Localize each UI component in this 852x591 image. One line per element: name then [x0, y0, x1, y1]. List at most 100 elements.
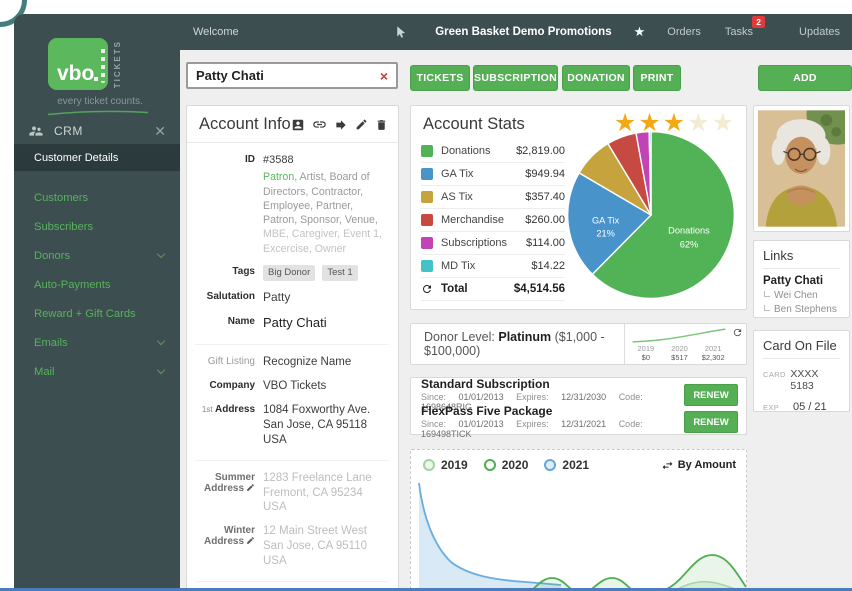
customer-photo	[758, 110, 845, 227]
sidebar-section-label: CRM	[54, 124, 83, 138]
sidebar-item-auto-payments[interactable]: Auto-Payments	[14, 270, 180, 299]
sidebar-item-emails[interactable]: Emails	[14, 328, 180, 357]
winter-label-line2: Address	[204, 536, 244, 547]
legend-value: $949.94	[525, 168, 565, 180]
code-value: 169498TICK	[421, 429, 472, 439]
delete-trash-icon[interactable]	[375, 118, 388, 132]
donation-button[interactable]: DONATION	[562, 65, 630, 91]
share-forward-icon[interactable]	[334, 118, 348, 132]
total-label: Total	[441, 283, 468, 295]
legend-year-label: 2020	[502, 458, 529, 472]
face	[785, 137, 816, 174]
link-icon[interactable]	[312, 117, 327, 132]
area-2020	[523, 555, 746, 591]
account-stats-pie-chart: GA Tix 21% Donations 62%	[563, 127, 739, 303]
area-2021	[419, 483, 561, 591]
card-number: XXXX 5183	[790, 368, 840, 392]
address-1-row: 1st Address 1084 Foxworthy Ave. San Jose…	[195, 403, 388, 448]
updates-link[interactable]: Updates	[799, 26, 840, 38]
expires-label: Expires:	[516, 419, 549, 429]
ticket-perforation-icon	[101, 45, 105, 83]
sidebar-item-subscribers[interactable]: Subscribers	[14, 212, 180, 241]
subscription-button[interactable]: SUBSCRIPTION	[473, 65, 558, 91]
tree-branch-icon	[764, 305, 770, 311]
legend-row-donations: Donations $2,819.00	[421, 140, 565, 163]
spark-amount: $2,302	[696, 353, 730, 362]
id-row: ID #3588 Patron, Artist, Board of Direct…	[195, 153, 388, 256]
spark-year: 2021	[696, 344, 730, 353]
print-button[interactable]: PRINT	[633, 65, 681, 91]
subscription-name: Standard Subscription	[421, 378, 684, 391]
winter-line1: 12 Main Street West	[263, 524, 388, 539]
add-button[interactable]: ADD	[758, 65, 852, 91]
donor-level-panel: Donor Level: Platinum ($1,000 - $100,000…	[410, 323, 747, 365]
expires-value: 12/31/2030	[561, 392, 606, 402]
summer-label-line2: Address	[204, 483, 244, 494]
legend-2021[interactable]: 2021	[544, 458, 589, 472]
sidebar-item-mail[interactable]: Mail	[14, 357, 180, 386]
linked-account[interactable]: Wei Chen	[763, 290, 840, 301]
search-value: Patty Chati	[196, 68, 264, 83]
clear-search-icon[interactable]: ×	[380, 68, 388, 84]
sidebar-item-customer-details[interactable]: Customer Details	[14, 145, 180, 171]
crm-people-icon	[28, 123, 44, 139]
linked-account-name: Ben Stephens	[774, 304, 837, 315]
linked-account-primary[interactable]: Patty Chati	[763, 275, 840, 287]
search-input[interactable]: Patty Chati ×	[186, 62, 398, 89]
expires-label: Expires:	[516, 392, 549, 402]
by-amount-toggle[interactable]: By Amount	[661, 459, 736, 472]
legend-2019[interactable]: 2019	[423, 458, 468, 472]
category-patron: Patron	[263, 171, 294, 183]
legend-value: $114.00	[526, 237, 565, 249]
sidebar-item-donors[interactable]: Donors	[14, 241, 180, 270]
legend-row-merchandise: Merchandise $260.00	[421, 209, 565, 232]
subscription-row: FlexPass Five Package Since: 01/01/2013 …	[421, 410, 738, 434]
salutation-value: Patty	[263, 290, 388, 306]
main-content: Patty Chati × TICKETS SUBSCRIPTION DONAT…	[180, 50, 852, 591]
address1-line3: USA	[263, 433, 388, 448]
legend-label: Subscriptions	[441, 237, 507, 249]
legend-year-label: 2021	[562, 458, 589, 472]
edit-pencil-icon[interactable]	[246, 536, 255, 545]
sidebar-item-customers[interactable]: Customers	[14, 183, 180, 212]
swap-arrows-icon	[661, 459, 674, 472]
edit-pencil-icon[interactable]	[355, 118, 368, 131]
tags-row: Tags Big Donor Test 1	[195, 265, 388, 281]
legend-label: AS Tix	[441, 191, 473, 203]
favorite-star-icon[interactable]: ★	[634, 24, 646, 40]
name-value: Patty Chati	[263, 315, 388, 332]
legend-value: $357.40	[525, 191, 565, 203]
winter-address-row: Winter Address 12 Main Street West San J…	[195, 524, 388, 569]
renew-button[interactable]: RENEW	[684, 384, 738, 406]
tasks-badge: 2	[752, 16, 765, 28]
legend-row-ga-tix: GA Tix $949.94	[421, 163, 565, 186]
spark-year: 2019	[629, 344, 663, 353]
winter-label-line1: Winter	[195, 525, 255, 536]
linked-account[interactable]: Ben Stephens	[763, 304, 840, 315]
since-label: Since:	[421, 419, 446, 429]
tickets-button[interactable]: TICKETS	[410, 65, 470, 91]
card-exp-row: EXP 05 / 21	[763, 401, 840, 413]
id-label: ID	[195, 153, 255, 256]
refresh-icon[interactable]	[421, 283, 433, 295]
winter-line3: USA	[263, 554, 388, 569]
organization-name[interactable]: Green Basket Demo Promotions	[435, 26, 611, 38]
address1-line2: San Jose, CA 95118	[263, 418, 388, 433]
subscription-name: FlexPass Five Package	[421, 405, 684, 418]
refresh-icon[interactable]	[732, 327, 743, 338]
sidebar-item-label: Donors	[34, 250, 70, 262]
edit-pencil-icon[interactable]	[246, 483, 255, 492]
account-stats-title: Account Stats	[423, 115, 525, 134]
sidebar-item-reward-gift-cards[interactable]: Reward + Gift Cards	[14, 299, 180, 328]
orders-link[interactable]: Orders	[667, 26, 701, 38]
links-title: Links	[763, 248, 840, 269]
tasks-link[interactable]: Tasks 2	[725, 26, 753, 38]
stats-legend: Donations $2,819.00 GA Tix $949.94 AS Ti…	[421, 140, 565, 301]
sidebar-close-icon[interactable]: ✕	[154, 123, 166, 140]
renew-button[interactable]: RENEW	[684, 411, 738, 433]
contact-card-icon[interactable]	[291, 118, 305, 132]
cursor-pointer-icon[interactable]	[394, 25, 407, 39]
legend-row-total: Total $4,514.56	[421, 278, 565, 301]
legend-2020[interactable]: 2020	[484, 458, 529, 472]
by-amount-label: By Amount	[678, 459, 736, 471]
